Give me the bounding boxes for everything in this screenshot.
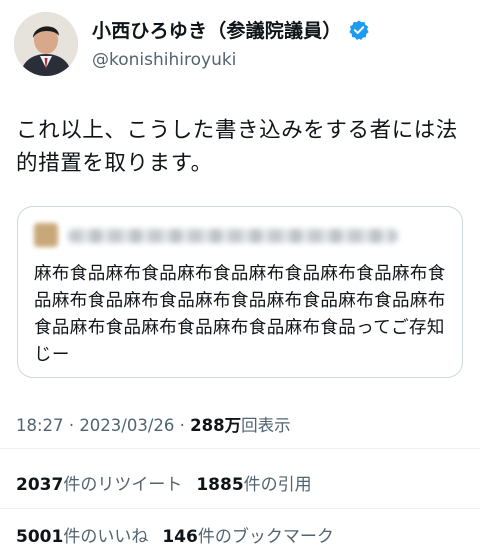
- author-avatar[interactable]: [14, 12, 78, 76]
- tweet-text: これ以上、こうした書き込みをする者には法的措置を取ります。: [16, 118, 459, 176]
- verified-badge-icon: [348, 19, 369, 40]
- likes-count: 5001: [16, 527, 64, 547]
- quotes-count: 1885: [196, 475, 244, 495]
- bookmarks-label: 件のブックマーク: [197, 527, 334, 547]
- views-label: 回表示: [241, 416, 291, 435]
- retweets-stat[interactable]: 2037件のリツイート: [16, 475, 182, 495]
- author-handle[interactable]: @konishihiroyuki: [92, 50, 236, 70]
- quoted-tweet-text: 麻布食品麻布食品麻布食品麻布食品麻布食品麻布食品麻布食品麻布食品麻布食品麻布食品…: [34, 264, 446, 365]
- tweet-time[interactable]: 18:27: [16, 416, 64, 435]
- quotes-label: 件の引用: [243, 475, 312, 495]
- author-display-name[interactable]: 小西ひろゆき（参議院議員）: [92, 16, 342, 43]
- likes-stat[interactable]: 5001件のいいね: [16, 527, 148, 547]
- meta-separator-2: ·: [179, 416, 185, 435]
- meta-separator: ·: [68, 416, 75, 435]
- divider: [0, 448, 480, 449]
- quoted-tweet[interactable]: 麻布食品麻布食品麻布食品麻布食品麻布食品麻布食品麻布食品麻布食品麻布食品麻布食品…: [17, 206, 463, 378]
- quoted-name-blurred: [68, 229, 398, 243]
- author-name-row: 小西ひろゆき（参議院議員）: [92, 16, 370, 43]
- stats-row-likes: 5001件のいいね 146件のブックマーク: [16, 522, 334, 547]
- retweets-label: 件のリツイート: [63, 475, 183, 495]
- quotes-stat[interactable]: 1885件の引用: [196, 475, 311, 495]
- stats-row-retweets: 2037件のリツイート 1885件の引用: [16, 470, 312, 495]
- avatar-photo: [14, 12, 78, 76]
- likes-label: 件のいいね: [63, 527, 149, 547]
- views-count: 288万: [190, 416, 242, 435]
- quoted-avatar-blurred: [34, 223, 58, 247]
- divider: [0, 508, 480, 509]
- tweet-meta: 18:27 · 2023/03/26 · 288万回表示: [16, 412, 291, 436]
- retweets-count: 2037: [16, 475, 64, 495]
- tweet-date[interactable]: 2023/03/26: [79, 416, 174, 435]
- bookmarks-count: 146: [162, 527, 198, 547]
- bookmarks-stat[interactable]: 146件のブックマーク: [162, 527, 334, 547]
- quoted-author-blurred: [34, 223, 404, 249]
